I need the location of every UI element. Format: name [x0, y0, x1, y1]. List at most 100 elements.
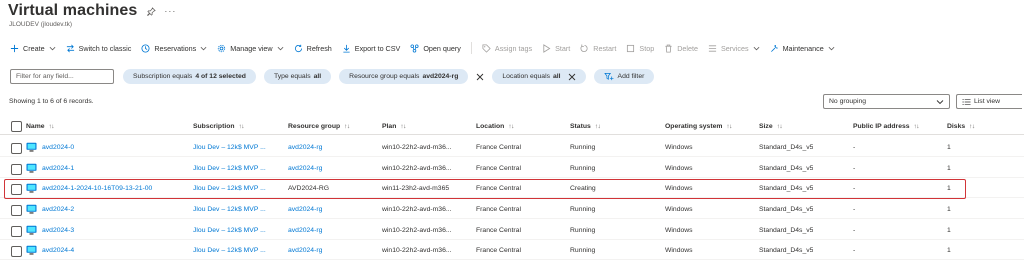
- status-cell: Running: [570, 206, 596, 213]
- row-checkbox[interactable]: [11, 143, 22, 154]
- vm-name-link[interactable]: avd2024-0: [42, 139, 74, 156]
- row-checkbox[interactable]: [11, 226, 22, 237]
- filter-bar: Filter for any field... Subscription equ…: [10, 69, 662, 84]
- restart-button[interactable]: Restart: [580, 44, 616, 53]
- export-csv-button[interactable]: Export to CSV: [342, 44, 400, 53]
- create-label: Create: [23, 43, 45, 53]
- resource-group-link[interactable]: avd2024-rg: [288, 201, 322, 218]
- filter-pill-subscription[interactable]: Subscription equals 4 of 12 selected: [123, 69, 256, 84]
- assign-tags-button[interactable]: Assign tags: [482, 44, 532, 53]
- delete-button[interactable]: Delete: [664, 44, 698, 53]
- search-input[interactable]: Filter for any field...: [10, 69, 114, 84]
- filter-pill-prefix: Location equals: [502, 73, 550, 80]
- stop-button[interactable]: Stop: [626, 44, 654, 53]
- column-header-status[interactable]: Status ↑↓: [570, 119, 600, 134]
- vm-name-link[interactable]: avd2024-2: [42, 201, 74, 218]
- services-button[interactable]: Services: [708, 44, 760, 53]
- filter-pill-location[interactable]: Location equals all: [492, 69, 586, 84]
- refresh-button[interactable]: Refresh: [294, 44, 332, 53]
- row-checkbox[interactable]: [11, 246, 22, 257]
- os-cell: Windows: [665, 227, 693, 234]
- column-header-location[interactable]: Location ↑↓: [476, 119, 514, 134]
- subscription-link[interactable]: Jlou Dev – 12k$ MVP ...: [193, 201, 266, 218]
- switch-to-classic-button[interactable]: Switch to classic: [66, 44, 131, 53]
- status-cell: Running: [570, 144, 596, 151]
- public-ip-cell: -: [853, 165, 856, 172]
- column-label: Plan: [382, 123, 397, 130]
- filter-pill-prefix: Type equals: [273, 73, 311, 80]
- subscription-link[interactable]: Jlou Dev – 12k$ MVP ...: [193, 222, 266, 239]
- table-row[interactable]: avd2024-1 Jlou Dev – 12k$ MVP ... avd202…: [0, 160, 1024, 178]
- services-icon: [708, 44, 717, 52]
- table-row[interactable]: avd2024-2 Jlou Dev – 12k$ MVP ... avd202…: [0, 201, 1024, 219]
- start-label: Start: [555, 43, 571, 53]
- size-cell: Standard_D4s_v5: [759, 206, 814, 213]
- vm-name-link[interactable]: avd2024-1: [42, 160, 74, 177]
- vm-name-link[interactable]: avd2024-4: [42, 242, 74, 259]
- view-mode-value: List view: [974, 98, 1001, 105]
- maintenance-button[interactable]: Maintenance: [770, 44, 835, 53]
- table-row[interactable]: avd2024-3 Jlou Dev – 12k$ MVP ... avd202…: [0, 222, 1024, 240]
- reservations-button[interactable]: Reservations: [141, 44, 207, 53]
- location-cell: France Central: [476, 144, 521, 151]
- row-checkbox[interactable]: [11, 205, 22, 216]
- column-header-resource-group[interactable]: Resource group ↑↓: [288, 119, 350, 134]
- subscription-link[interactable]: Jlou Dev – 12k$ MVP ...: [193, 139, 266, 156]
- chevron-down-icon: [828, 46, 835, 50]
- filter-pill-type[interactable]: Type equals all: [263, 69, 332, 84]
- location-cell: France Central: [476, 227, 521, 234]
- grid-header: Name ↑↓ Subscription ↑↓ Resource group ↑↓ P…: [0, 119, 1024, 135]
- view-mode-dropdown[interactable]: List view: [956, 94, 1022, 109]
- start-button[interactable]: Start: [542, 44, 570, 53]
- close-icon[interactable]: [568, 73, 576, 81]
- filter-pill-resource-group[interactable]: Resource group equals avd2024-rg: [339, 69, 469, 84]
- size-cell: Standard_D4s_v5: [759, 144, 814, 151]
- column-header-plan[interactable]: Plan ↑↓: [382, 119, 406, 134]
- column-header-subscription[interactable]: Subscription ↑↓: [193, 119, 244, 134]
- chevron-down-icon: [753, 46, 759, 50]
- more-options-icon[interactable]: ···: [164, 6, 176, 16]
- close-icon[interactable]: [476, 73, 484, 81]
- column-header-os[interactable]: Operating system ↑↓: [665, 119, 732, 134]
- open-query-label: Open query: [423, 43, 461, 53]
- add-filter-button[interactable]: Add filter: [593, 69, 655, 84]
- assign-tags-label: Assign tags: [494, 43, 533, 53]
- table-row[interactable]: avd2024-4 Jlou Dev – 12k$ MVP ... avd202…: [0, 242, 1024, 260]
- create-button[interactable]: Create: [10, 44, 56, 53]
- resource-group-link[interactable]: avd2024-rg: [288, 242, 322, 259]
- stop-icon: [627, 44, 635, 52]
- open-query-button[interactable]: Open query: [410, 44, 461, 53]
- column-label: Operating system: [665, 123, 723, 130]
- sort-icon: ↑↓: [400, 123, 406, 130]
- disks-cell: 1: [947, 165, 951, 172]
- stop-label: Stop: [639, 43, 655, 53]
- sort-icon: ↑↓: [726, 123, 732, 130]
- column-header-name[interactable]: Name ↑↓: [26, 119, 54, 134]
- status-cell: Running: [570, 227, 596, 234]
- switch-icon: [66, 44, 74, 52]
- resource-group-link[interactable]: avd2024-rg: [288, 222, 322, 239]
- grouping-dropdown[interactable]: No grouping: [823, 94, 950, 109]
- vm-name-link[interactable]: avd2024-3: [42, 222, 74, 239]
- table-row[interactable]: avd2024-0 Jlou Dev – 12k$ MVP ... avd202…: [0, 139, 1024, 157]
- subscription-link[interactable]: Jlou Dev – 12k$ MVP ...: [193, 160, 266, 177]
- pin-icon[interactable]: [147, 6, 157, 16]
- subscription-link[interactable]: Jlou Dev – 12k$ MVP ...: [193, 242, 266, 259]
- vm-icon: [26, 204, 37, 214]
- resource-group-link[interactable]: avd2024-rg: [288, 160, 322, 177]
- chevron-down-icon: [936, 99, 944, 104]
- select-all-checkbox[interactable]: [11, 121, 22, 132]
- row-checkbox[interactable]: [11, 164, 22, 175]
- column-header-disks[interactable]: Disks ↑↓: [947, 119, 975, 134]
- column-label: Size: [759, 123, 773, 130]
- services-label: Services: [721, 43, 749, 53]
- disks-cell: 1: [947, 144, 951, 151]
- column-header-size[interactable]: Size ↑↓: [759, 119, 782, 134]
- resource-group-link[interactable]: avd2024-rg: [288, 139, 322, 156]
- sort-icon: ↑↓: [344, 123, 350, 130]
- column-header-public-ip[interactable]: Public IP address ↑↓: [853, 119, 919, 134]
- disks-cell: 1: [947, 206, 951, 213]
- restart-icon: [580, 43, 588, 52]
- manage-view-button[interactable]: Manage view: [217, 43, 284, 53]
- manage-view-label: Manage view: [230, 43, 273, 53]
